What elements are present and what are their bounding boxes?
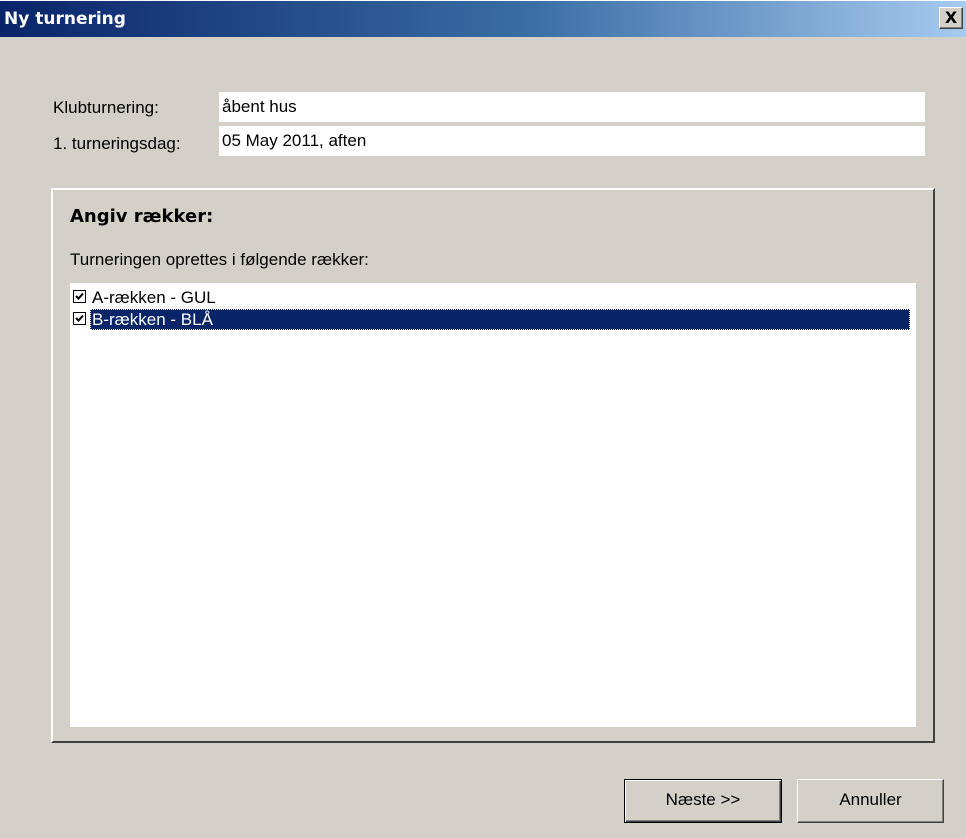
- rows-group-panel: Angiv rækker: Turneringen oprettes i føl…: [51, 188, 935, 743]
- window-title: Ny turnering: [4, 9, 126, 29]
- first-day-field[interactable]: [219, 126, 925, 156]
- checkmark-icon: [75, 292, 84, 300]
- close-icon: X: [944, 8, 958, 27]
- list-item-label: A-rækken - GUL: [92, 288, 216, 307]
- list-item-b[interactable]: B-rækken - BLÅ: [70, 309, 916, 331]
- rows-listbox[interactable]: A-rækken - GUL B-rækken - BLÅ: [70, 283, 916, 727]
- cancel-button[interactable]: Annuller: [797, 779, 944, 823]
- list-item-a[interactable]: A-rækken - GUL: [70, 287, 916, 309]
- checkmark-icon: [75, 314, 84, 322]
- dialog-window: Ny turnering X Klubturnering: 1. turneri…: [0, 0, 966, 838]
- next-button[interactable]: Næste >>: [624, 779, 782, 823]
- checkbox-b[interactable]: [73, 312, 86, 325]
- club-tournament-label: Klubturnering:: [53, 98, 159, 117]
- checkbox-a[interactable]: [73, 290, 86, 303]
- group-title: Angiv rækker:: [70, 206, 214, 227]
- list-item-label: B-rækken - BLÅ: [92, 310, 213, 329]
- group-subtitle: Turneringen oprettes i følgende rækker:: [70, 250, 369, 269]
- title-bar[interactable]: Ny turnering X: [0, 0, 966, 37]
- first-day-label: 1. turneringsdag:: [53, 134, 181, 153]
- close-button[interactable]: X: [939, 7, 963, 29]
- club-tournament-field[interactable]: [219, 92, 925, 122]
